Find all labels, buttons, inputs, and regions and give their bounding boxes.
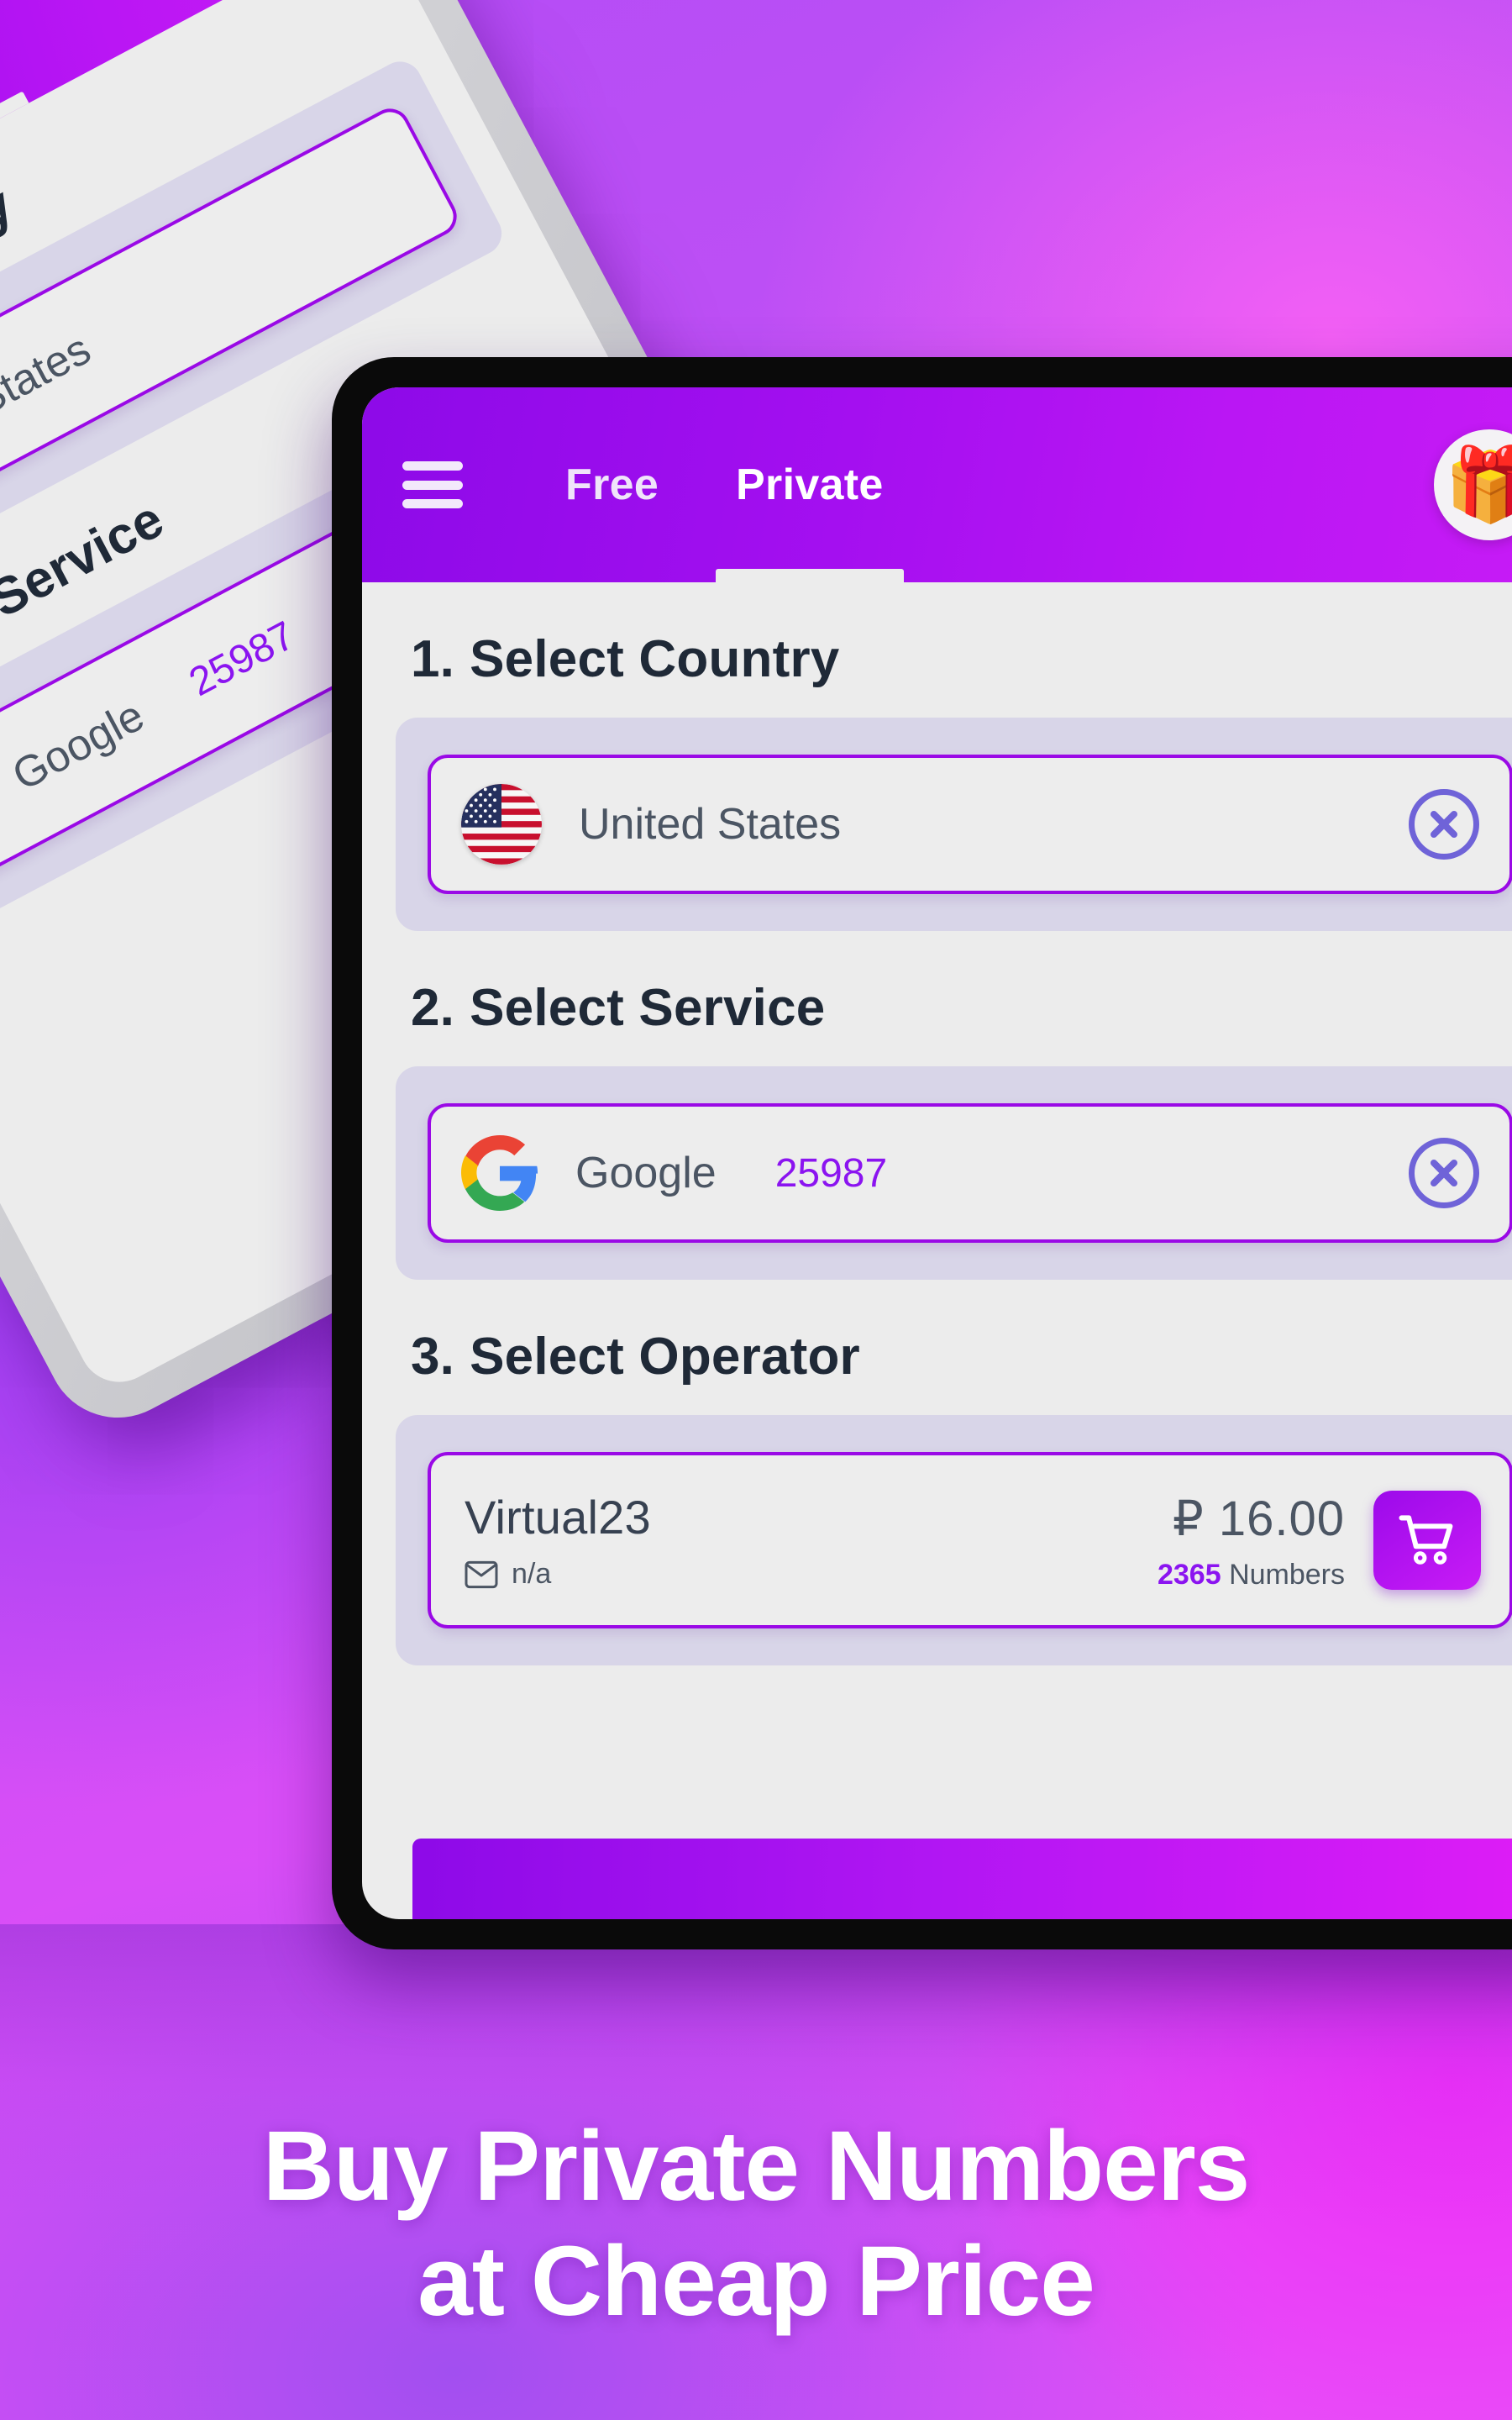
section-label-service: Select Service (470, 979, 826, 1037)
app-screen: Free Private 🎁 1. Select Country United … (362, 387, 1512, 1919)
tab-private[interactable]: Private (697, 387, 922, 582)
section-number-service: 2. (411, 979, 455, 1037)
service-panel: Google 25987 (396, 1066, 1512, 1280)
clear-country-icon[interactable] (1409, 789, 1479, 860)
country-value: United States (579, 800, 842, 849)
headline-line-1: Buy Private Numbers (262, 2111, 1251, 2222)
operator-name: Virtual23 (465, 1491, 651, 1544)
operator-price-stack: ₽ 16.00 2365 Numbers (1158, 1490, 1345, 1591)
gift-box-icon[interactable]: 🎁 (1434, 429, 1512, 540)
operator-subinfo: n/a (465, 1558, 651, 1591)
section-number-country: 1. (411, 630, 455, 688)
app-content: 1. Select Country United States 2. Selec… (362, 582, 1512, 1665)
bg-country-value: United States (0, 324, 99, 491)
operator-price: ₽ 16.00 (1172, 1491, 1345, 1546)
section-title-country: 1. Select Country (362, 582, 1512, 718)
tab-private-label: Private (736, 460, 884, 509)
bg-service-name: Google (4, 691, 152, 801)
envelope-icon (465, 1560, 498, 1588)
service-name: Google (575, 1149, 717, 1197)
gift-box-glyph: 🎁 (1444, 445, 1512, 525)
section-label-operator: Select Operator (470, 1328, 860, 1386)
section-title-service: 2. Select Service (362, 931, 1512, 1066)
tab-bar: Free Private (527, 387, 922, 582)
operator-stock: 2365 Numbers (1158, 1559, 1345, 1591)
headline-line-2: at Cheap Price (417, 2225, 1095, 2337)
section-label-country: Select Country (470, 630, 840, 688)
us-flag-icon (461, 784, 542, 865)
operator-stock-count: 2365 (1157, 1558, 1221, 1591)
bottom-action-bar[interactable] (412, 1839, 1512, 1919)
operator-sub-label: n/a (512, 1558, 552, 1590)
country-panel: United States (396, 718, 1512, 931)
shopping-cart-icon (1399, 1515, 1453, 1565)
service-selector[interactable]: Google 25987 (428, 1103, 1512, 1243)
operator-price-block: ₽ 16.00 2365 Numbers (1158, 1490, 1481, 1591)
bg-service-count: 25987 (181, 613, 302, 705)
service-count: 25987 (774, 1150, 888, 1196)
operator-stock-label: Numbers (1229, 1558, 1345, 1591)
clear-service-icon[interactable] (1409, 1138, 1479, 1208)
google-logo-icon (461, 1134, 538, 1212)
shopping-cart-button[interactable] (1373, 1491, 1481, 1590)
hamburger-menu-icon[interactable] (402, 461, 463, 508)
operator-info: Virtual23 n/a (465, 1490, 651, 1591)
operator-panel: Virtual23 n/a ₽ 16.00 2365 Numbers (396, 1415, 1512, 1665)
section-number-operator: 3. (411, 1328, 455, 1386)
bg-google-logo-icon (0, 762, 2, 866)
app-bar: Free Private 🎁 (362, 387, 1512, 582)
country-selector[interactable]: United States (428, 755, 1512, 894)
tab-free[interactable]: Free (527, 387, 697, 582)
operator-row[interactable]: Virtual23 n/a ₽ 16.00 2365 Numbers (428, 1452, 1512, 1628)
marketing-headline: Buy Private Numbers at Cheap Price (0, 2109, 1512, 2339)
tab-free-label: Free (565, 460, 659, 509)
section-title-operator: 3. Select Operator (362, 1280, 1512, 1415)
foreground-device-mockup: Free Private 🎁 1. Select Country United … (325, 350, 1512, 1956)
